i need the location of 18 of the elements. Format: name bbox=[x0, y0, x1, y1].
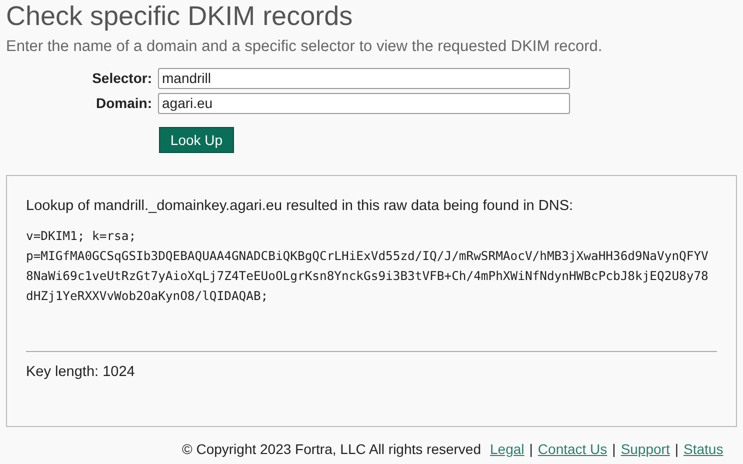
footer-link[interactable]: Contact Us bbox=[538, 439, 608, 460]
text-field[interactable]: mandrill bbox=[158, 68, 570, 89]
key-length: Key length: 1024 bbox=[26, 363, 136, 382]
copyright-text: © Copyright 2023 Fortra, LLC All rights reserved bbox=[182, 440, 482, 459]
page-description: Enter the name of a domain and a specific selector to view the requested DKIM record. bbox=[5, 37, 604, 57]
dkim-record: v=DKIM1; k=rsa; p=MIGfMA0GCSqGSIb3DQEBAQUAA4GNADCBiQKBgQCrLHiExVd55zd/IQ/J/mRwSRMAocV/hMB3jXwaHH36d9NaVynQFYV 8NaWi69c1veUtRzGt7yAioXqLj7Z4TeEUoOLgrKsn8YnckGs9i3B3tVFB+Ch/4mPhXWiNfNdynHWBcPcbJ8kjEQ2U8y78 dHZj1YeRXXVvWob2OaKynO8/lQIDAQAB; bbox=[26, 228, 708, 305]
footer-link[interactable]: Status bbox=[684, 439, 724, 460]
link-separator: | bbox=[612, 440, 616, 459]
page-title: Check specific DKIM records bbox=[5, 0, 354, 31]
lookup-summary: Lookup of mandrill._domainkey.agari.eu resulted in this raw data being found in DNS: bbox=[26, 197, 574, 215]
field-label: Domain: bbox=[95, 94, 152, 113]
footer-link[interactable]: Support bbox=[620, 439, 670, 460]
field-label: Selector: bbox=[91, 69, 152, 88]
text-field[interactable]: agari.eu bbox=[158, 93, 570, 114]
footer-link[interactable]: Legal bbox=[490, 439, 524, 460]
look-up-button[interactable]: Look Up bbox=[159, 127, 234, 153]
link-separator: | bbox=[674, 440, 678, 459]
link-separator: | bbox=[529, 440, 533, 459]
